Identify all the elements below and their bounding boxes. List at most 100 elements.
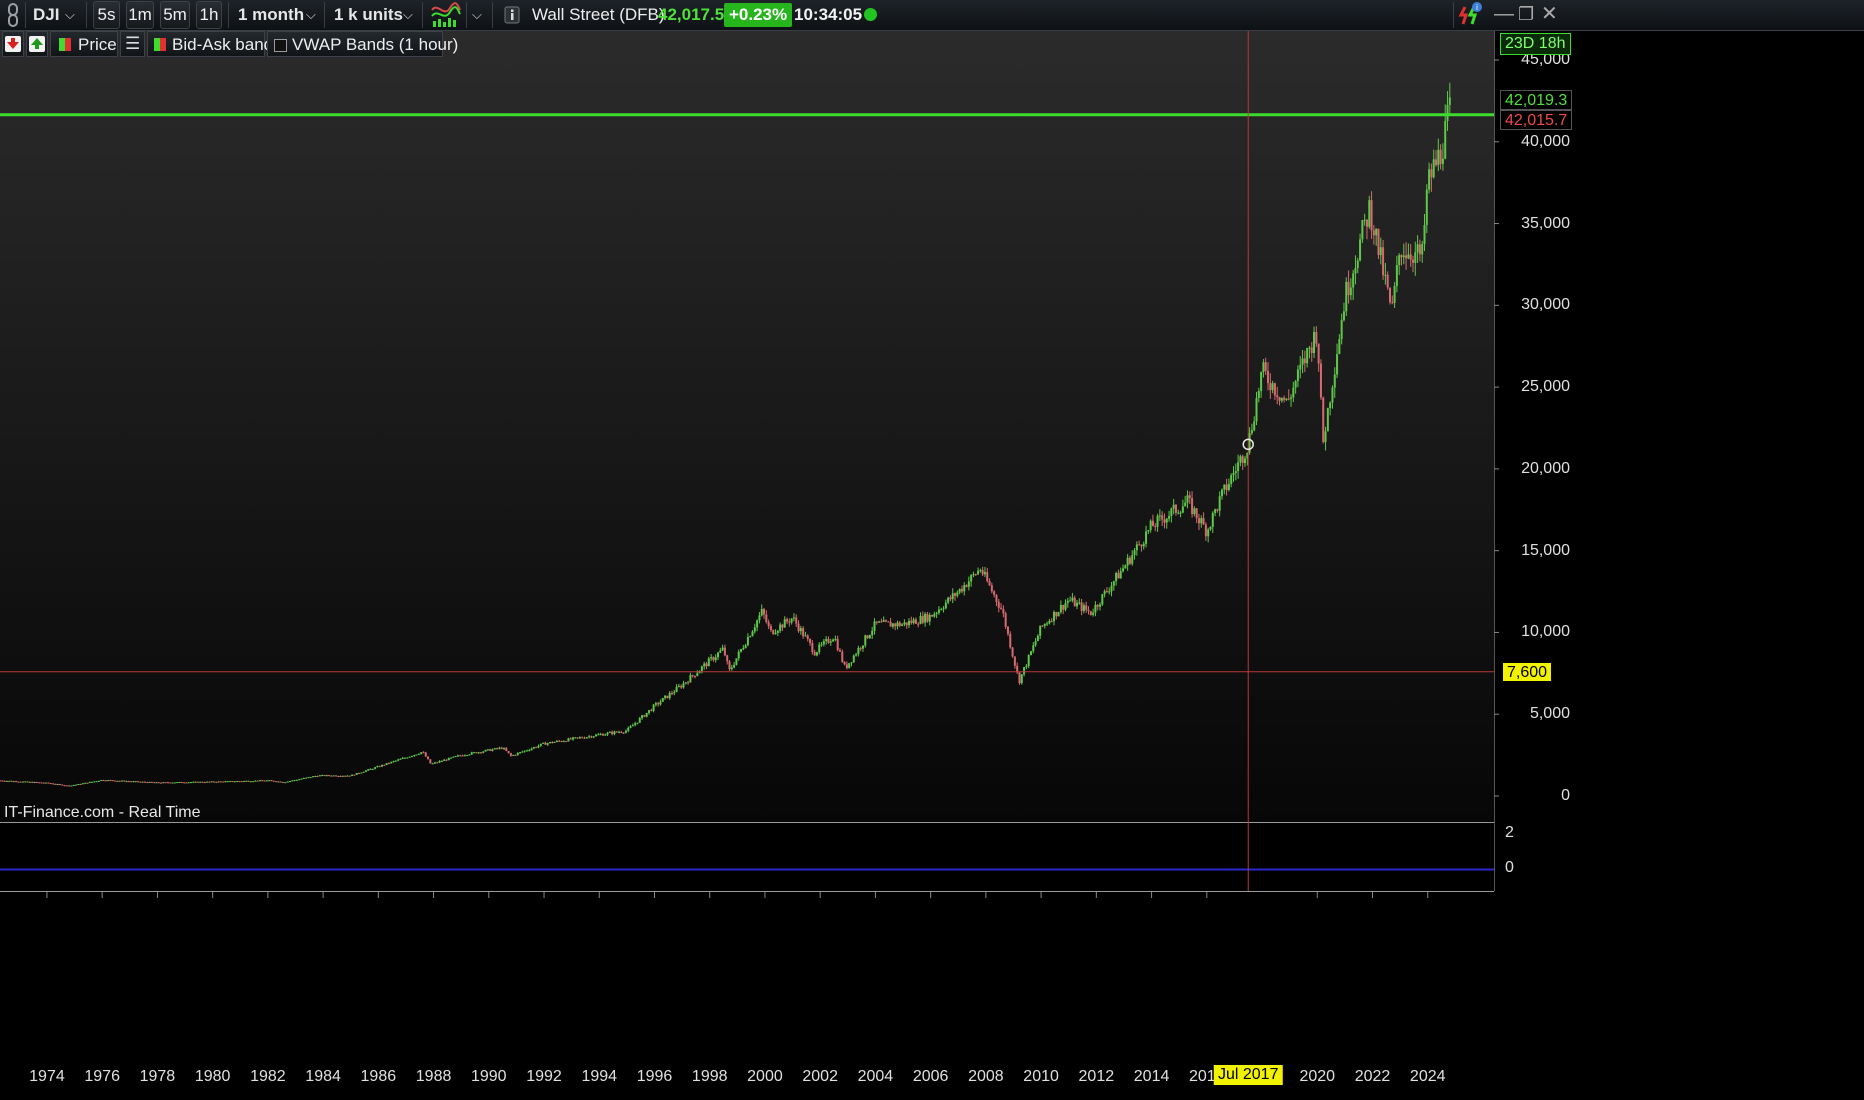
- candle-body: [265, 780, 268, 782]
- bidask-toggle[interactable]: Bid-Ask band: [147, 31, 273, 57]
- watermark: IT-Finance.com - Real Time: [4, 804, 201, 821]
- candle-body: [659, 701, 662, 705]
- candle-body: [1317, 343, 1320, 364]
- candle-body: [838, 650, 841, 652]
- candle-body: [1411, 259, 1414, 263]
- candle-body: [834, 638, 837, 640]
- price-toggle[interactable]: Price: [50, 31, 118, 57]
- indicator-list-button[interactable]: ☰: [120, 31, 145, 57]
- candle-body: [1172, 504, 1175, 509]
- candle-body: [155, 782, 158, 784]
- candle-body: [1209, 526, 1212, 530]
- candle-body: [97, 780, 100, 782]
- sell-button[interactable]: [2, 31, 24, 57]
- price-chart[interactable]: [0, 0, 1864, 1100]
- candle-body: [1154, 526, 1157, 528]
- candle-body: [208, 781, 211, 783]
- x-tick-label: 2004: [857, 1068, 894, 1085]
- candle-body: [1448, 97, 1451, 105]
- candle-body: [1092, 612, 1095, 615]
- candle-body: [321, 775, 324, 777]
- candle-body: [507, 750, 510, 754]
- candle-body: [700, 666, 703, 671]
- candle-body: [1315, 332, 1318, 344]
- checkbox-icon[interactable]: [274, 39, 287, 52]
- vwap-toggle[interactable]: VWAP Bands (1 hour): [267, 31, 458, 57]
- candle-body: [1400, 255, 1403, 258]
- candle-body: [162, 782, 165, 784]
- candle-body: [693, 675, 696, 677]
- bidask-label: Bid-Ask band: [172, 35, 274, 54]
- candle-body: [132, 781, 135, 783]
- candle-body: [884, 620, 887, 622]
- candle-body: [307, 777, 310, 779]
- buy-button[interactable]: [26, 31, 48, 57]
- candle-body: [928, 614, 931, 622]
- candle-body: [318, 775, 321, 777]
- price-label: Price: [78, 35, 117, 54]
- candle-body: [670, 692, 673, 694]
- candle-body: [1011, 647, 1014, 657]
- candle-body: [194, 781, 197, 783]
- y-tick-label: 40,000: [1521, 132, 1570, 150]
- candle-body: [171, 782, 174, 784]
- candle-body: [611, 731, 614, 735]
- candle-body: [1407, 254, 1410, 259]
- candle-body: [841, 651, 844, 662]
- candle-body: [157, 782, 160, 784]
- candle-body: [967, 581, 970, 587]
- candle-body: [185, 782, 188, 784]
- bid-price-tag: 42,015.7: [1500, 110, 1573, 130]
- candle-body: [572, 737, 575, 740]
- candle-body: [1050, 620, 1053, 622]
- candle-body: [433, 762, 436, 764]
- candle-body: [528, 750, 531, 752]
- candle-body: [1066, 600, 1069, 604]
- candle-body: [1437, 149, 1440, 166]
- candle-body: [54, 783, 57, 785]
- candle-body: [125, 781, 128, 783]
- candle-body: [139, 781, 142, 783]
- candle-body: [1377, 228, 1380, 256]
- candle-body: [546, 743, 549, 745]
- x-tick-label: 2010: [1023, 1068, 1059, 1085]
- countdown-badge: 23D 18h: [1500, 33, 1571, 55]
- candle-body: [468, 754, 471, 756]
- candle-body: [256, 780, 259, 782]
- candle-body: [484, 749, 487, 752]
- candle-body: [553, 741, 556, 743]
- candle-body: [866, 635, 869, 639]
- candle-body: [236, 781, 239, 783]
- candle-body: [845, 664, 848, 669]
- candle-body: [1057, 612, 1060, 617]
- candle-body: [555, 740, 558, 742]
- candle-body: [1069, 600, 1072, 602]
- candle-body: [744, 645, 747, 649]
- candle-body: [993, 591, 996, 595]
- candle-body: [1071, 597, 1074, 601]
- candle-body: [954, 593, 957, 596]
- candle-body: [323, 775, 326, 777]
- candle-body: [1108, 591, 1111, 593]
- candle-body: [1352, 273, 1355, 288]
- candle-body: [84, 782, 87, 784]
- candle-body: [615, 731, 618, 733]
- y-tick-label: 10,000: [1521, 623, 1570, 641]
- candle-body: [813, 652, 816, 656]
- candle-body: [1202, 518, 1205, 525]
- candle-body: [1405, 255, 1408, 259]
- candle-body: [583, 737, 586, 739]
- indicator-bar: Price ☰ Bid-Ask band VWAP Bands (1 hour): [0, 31, 520, 57]
- candle-body: [1244, 458, 1246, 464]
- candle-body: [196, 781, 199, 783]
- candle-body: [1237, 462, 1240, 472]
- candle-body: [277, 781, 280, 783]
- crosshair-date-tag: Jul 2017: [1213, 1065, 1283, 1085]
- candle-body: [447, 757, 450, 761]
- candle-body: [86, 782, 89, 784]
- candle-body: [222, 781, 225, 783]
- candle-body: [300, 778, 303, 780]
- candle-body: [127, 781, 130, 783]
- candle-body: [1285, 398, 1288, 400]
- candle-body: [903, 622, 906, 625]
